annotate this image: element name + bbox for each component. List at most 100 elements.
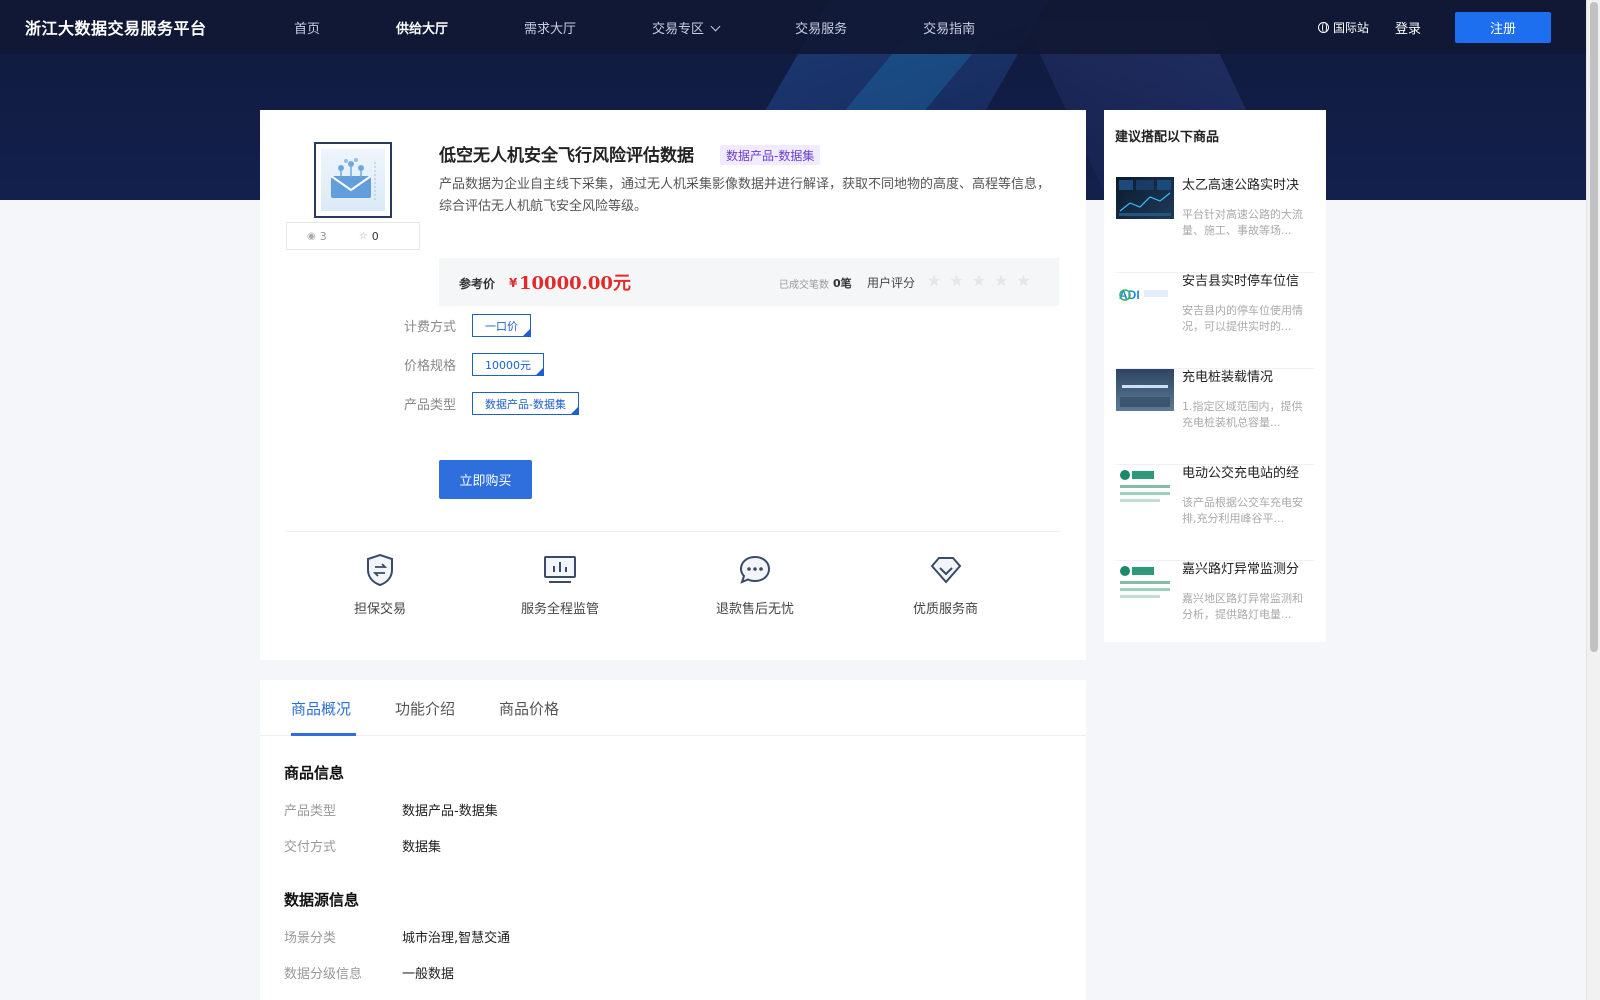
charging-station-thumbnail (1116, 369, 1174, 411)
recommendation-desc: 平台针对高速公路的大流量、施工、事故等场... (1182, 208, 1303, 237)
product-title: 低空无人机安全飞行风险评估数据 (439, 146, 694, 166)
top-nav: 浙江大数据交易服务平台 首页 供给大厅 需求大厅 交易专区 交易服务 交易指南 … (0, 0, 1586, 54)
recommendation-desc: 嘉兴地区路灯异常监测和分析，提供路灯电量... (1182, 592, 1303, 621)
feature-label: 服务全程监管 (521, 602, 600, 617)
product-stats: ◉ 3 ☆ 0 (286, 222, 420, 250)
favorite-count[interactable]: ☆ 0 (359, 230, 379, 243)
option-billing: 计费方式 一口价 (404, 314, 531, 337)
recommendation-item[interactable]: ADI 安吉县实时停车位信 安吉县内的停车位使用情况，可以提供实时的... (1116, 273, 1314, 369)
recommendation-title: 充电桩装载情况 (1182, 370, 1274, 385)
login-link[interactable]: 登录 (1395, 18, 1421, 37)
info-key: 数据分级信息 (284, 967, 363, 982)
info-row: 场景分类 城市治理,智慧交通 (284, 927, 510, 946)
product-detail: 商品概况 功能介绍 商品价格 商品信息 产品类型 数据产品-数据集 交付方式 数… (260, 680, 1086, 1000)
page-scrollbar[interactable] (1586, 0, 1600, 1000)
option-type: 产品类型 数据产品-数据集 (404, 392, 579, 415)
brand-logo-thumbnail: ADI (1116, 273, 1174, 315)
currency-symbol: ¥ (509, 276, 518, 290)
option-chip-spec[interactable]: 10000元 (472, 353, 544, 376)
star-outline-icon: ☆ (358, 230, 368, 242)
recommendation-item[interactable]: 电动公交充电站的经 该产品根据公交车充电安排,充分利用峰谷平... (1116, 465, 1314, 561)
recommendation-desc: 1.指定区域范围内，提供充电桩装机总容量... (1182, 400, 1303, 429)
product-image (321, 149, 385, 211)
favorite-count-value: 0 (371, 229, 379, 243)
nav-trade-service[interactable]: 交易服务 (795, 18, 847, 37)
international-site-link[interactable]: 国际站 (1317, 19, 1369, 36)
diamond-icon (928, 552, 964, 588)
feature-refund: 退款售后无忧 (716, 552, 794, 617)
feature-label: 优质服务商 (913, 602, 979, 617)
info-value: 数据集 (402, 840, 442, 855)
nav-supply-hall[interactable]: 供给大厅 (396, 18, 448, 37)
recommendation-desc: 安吉县内的停车位使用情况，可以提供实时的... (1182, 304, 1303, 333)
info-key: 交付方式 (284, 840, 337, 855)
view-count-value: 3 (319, 229, 327, 243)
option-spec: 价格规格 10000元 (404, 353, 544, 376)
option-chip-billing[interactable]: 一口价 (472, 314, 531, 337)
info-row: 数据分级信息 一般数据 (284, 963, 454, 982)
recommendation-title: 电动公交充电站的经 (1182, 466, 1300, 481)
shield-exchange-icon (362, 552, 398, 588)
nav-demand-hall[interactable]: 需求大厅 (524, 18, 576, 37)
chevron-down-icon (710, 21, 721, 31)
info-value: 一般数据 (402, 967, 455, 982)
register-button[interactable]: 注册 (1455, 11, 1551, 43)
feature-supervision: 服务全程监管 (521, 552, 599, 617)
buy-now-button[interactable]: 立即购买 (439, 460, 532, 499)
international-label: 国际站 (1332, 20, 1369, 35)
feature-guarantee: 担保交易 (354, 552, 406, 617)
active-tab-indicator (291, 733, 356, 736)
product-category-tag: 数据产品-数据集 (720, 145, 821, 165)
product-thumbnail (314, 142, 392, 218)
price-value: 10000.00元 (519, 273, 631, 294)
nav-trade-guide[interactable]: 交易指南 (923, 18, 975, 37)
rating-stars[interactable]: ★★★★★ (927, 271, 1039, 290)
tab-pricing[interactable]: 商品价格 (499, 698, 559, 719)
deals-value: 0笔 (833, 277, 852, 290)
feature-label: 担保交易 (354, 602, 407, 617)
info-row: 交付方式 数据集 (284, 836, 441, 855)
recommendation-item[interactable]: 太乙高速公路实时决 平台针对高速公路的大流量、施工、事故等场... (1116, 177, 1314, 273)
info-value: 城市治理,智慧交通 (402, 931, 511, 946)
product-card: ◉ 3 ☆ 0 低空无人机安全飞行风险评估数据 数据产品-数据集 产品数据为企业自主… (260, 110, 1086, 660)
view-count: ◉ 3 (307, 230, 327, 243)
dashboard-thumbnail (1116, 177, 1174, 219)
nav-trade-zone-label: 交易专区 (652, 21, 705, 37)
option-label: 价格规格 (404, 359, 457, 374)
feature-label: 退款售后无忧 (716, 602, 795, 617)
recommendation-item[interactable]: 充电桩装载情况 1.指定区域范围内，提供充电桩装机总容量... (1116, 369, 1314, 465)
info-key: 产品类型 (284, 804, 337, 819)
recommendation-item[interactable]: 嘉兴路灯异常监测分 嘉兴地区路灯异常监测和分析，提供路灯电量... (1116, 561, 1314, 657)
nav-trade-zone[interactable]: 交易专区 (652, 18, 721, 37)
deals-label: 已成交笔数 (779, 280, 829, 291)
section-title-data-source: 数据源信息 (284, 891, 360, 909)
user-nav: 国际站 登录 注册 (1317, 0, 1586, 54)
grid-logo-thumbnail (1116, 465, 1174, 507)
option-chip-type[interactable]: 数据产品-数据集 (472, 392, 579, 415)
rating-label: 用户评分 (867, 276, 916, 290)
option-label: 计费方式 (404, 320, 457, 335)
recommendation-title: 嘉兴路灯异常监测分 (1182, 562, 1300, 577)
recommendation-sidebar: 建议搭配以下商品 太乙高速公路实时决 平台针对高速公路的大流量、施工、事故等场.… (1104, 110, 1326, 642)
divider (286, 531, 1060, 532)
main-nav: 首页 供给大厅 需求大厅 交易专区 交易服务 交易指南 (294, 0, 1051, 54)
product-description: 产品数据为企业自主线下采集，通过无人机采集影像数据并进行解译，获取不同地物的高度… (439, 177, 1051, 214)
nav-home[interactable]: 首页 (294, 18, 320, 37)
detail-tabs: 商品概况 功能介绍 商品价格 (260, 680, 1086, 736)
scrollbar-thumb[interactable] (1590, 2, 1598, 652)
globe-icon (1317, 21, 1329, 33)
option-label: 产品类型 (404, 398, 457, 413)
section-title-product-info: 商品信息 (284, 764, 345, 782)
recommendation-desc: 该产品根据公交车充电安排,充分利用峰谷平... (1182, 496, 1303, 525)
feature-quality-provider: 优质服务商 (913, 552, 978, 617)
brand-logo[interactable]: 浙江大数据交易服务平台 (25, 15, 207, 39)
data-envelope-icon (330, 158, 376, 200)
tab-features[interactable]: 功能介绍 (395, 698, 455, 719)
info-key: 场景分类 (284, 931, 337, 946)
recommendation-title: 太乙高速公路实时决 (1182, 178, 1300, 193)
price-bar: 参考价 ¥ 10000.00元 已成交笔数 0笔 用户评分 ★★★★★ (439, 258, 1059, 306)
service-features: 担保交易 服务全程监管 退款售后无忧 优质服务商 (286, 552, 1060, 632)
price-label: 参考价 (459, 277, 496, 291)
tab-overview[interactable]: 商品概况 (291, 698, 351, 719)
monitor-chart-icon (542, 552, 578, 588)
